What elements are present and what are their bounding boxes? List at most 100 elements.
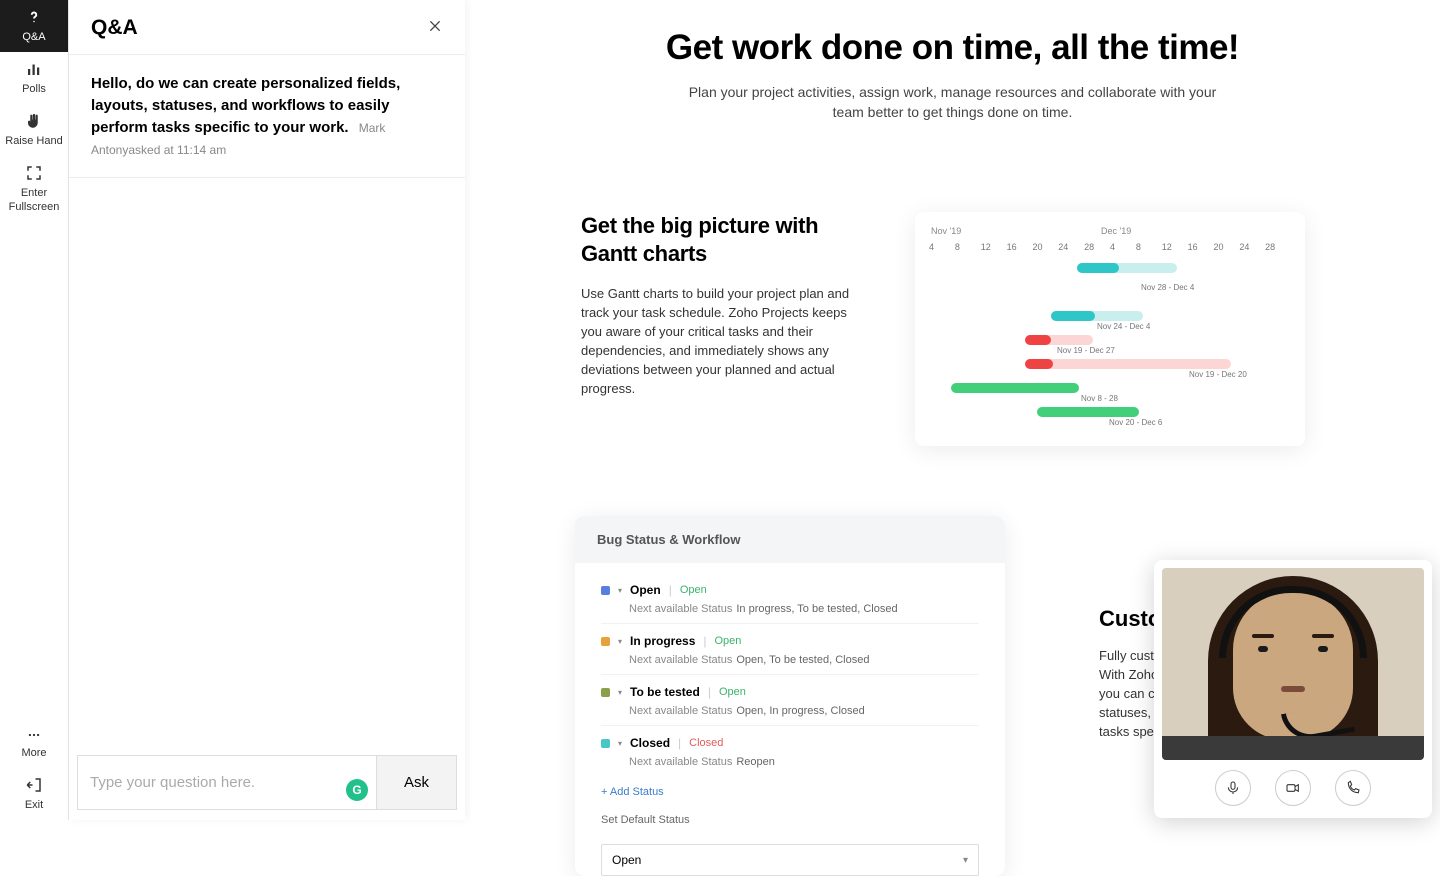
workflow-card: Bug Status & Workflow ▾ Open | Open Next… — [575, 516, 1005, 876]
rail-exit-label: Exit — [25, 798, 43, 812]
gantt-row: Nov 8 - 28 — [929, 380, 1291, 400]
qa-panel: Q&A Hello, do we can create personalized… — [69, 0, 465, 820]
question-icon — [25, 8, 43, 26]
hand-icon — [25, 112, 43, 130]
workflow-list: ▾ Open | Open Next available StatusIn pr… — [575, 563, 1005, 814]
gantt-row: Nov 20 - Dec 6 — [929, 404, 1291, 424]
status-color-icon — [601, 637, 610, 646]
workflow-header: Bug Status & Workflow — [575, 516, 1005, 563]
gantt-day: 28 — [1084, 242, 1110, 252]
gantt-day: 8 — [1136, 242, 1162, 252]
rail-qa-label: Q&A — [22, 30, 45, 44]
gantt-day: 20 — [1032, 242, 1058, 252]
gantt-caption: Nov 28 - Dec 4 — [1141, 283, 1194, 292]
gantt-day: 20 — [1213, 242, 1239, 252]
gantt-caption: Nov 19 - Dec 20 — [1189, 370, 1247, 379]
gantt-card: Nov '19 Dec '19 4 8 12 16 20 24 28 4 8 1… — [915, 212, 1305, 446]
gantt-text: Get the big picture with Gantt charts Us… — [581, 212, 851, 446]
status-tag: Open — [719, 686, 746, 698]
mic-button[interactable] — [1215, 770, 1251, 806]
next-status-value: Open, In progress, Closed — [736, 705, 864, 717]
status-name: Closed — [630, 736, 670, 750]
fullscreen-icon — [25, 164, 43, 182]
next-status-label: Next available Status — [629, 705, 732, 717]
default-status-value: Open — [612, 853, 641, 867]
rail-qa[interactable]: Q&A — [0, 0, 68, 52]
gantt-day: 28 — [1265, 242, 1291, 252]
camera-icon — [1284, 780, 1302, 796]
rail-more[interactable]: More — [0, 720, 68, 768]
add-status-link[interactable]: + Add Status — [601, 776, 979, 808]
hero-title: Get work done on time, all the time! — [465, 28, 1440, 68]
dots-icon — [25, 728, 43, 742]
chevron-down-icon[interactable]: ▾ — [618, 637, 622, 646]
phone-button[interactable] — [1335, 770, 1371, 806]
next-status-label: Next available Status — [629, 756, 732, 768]
next-status-value: Open, To be tested, Closed — [736, 654, 869, 666]
gantt-title: Get the big picture with Gantt charts — [581, 212, 851, 268]
gantt-day: 16 — [1007, 242, 1033, 252]
status-tag: Closed — [689, 737, 723, 749]
camera-button[interactable] — [1275, 770, 1311, 806]
exit-icon — [25, 776, 43, 794]
gantt-caption: Nov 8 - 28 — [1081, 394, 1118, 403]
qa-input-wrap — [77, 755, 377, 810]
gantt-months: Nov '19 Dec '19 — [929, 226, 1291, 236]
close-icon[interactable] — [427, 18, 443, 39]
bar-chart-icon — [25, 60, 43, 78]
next-status-label: Next available Status — [629, 654, 732, 666]
next-status-value: In progress, To be tested, Closed — [736, 603, 897, 615]
gantt-caption: Nov 19 - Dec 27 — [1057, 346, 1115, 355]
gantt-month-2: Dec '19 — [1101, 226, 1131, 236]
qa-input[interactable] — [88, 756, 366, 809]
status-name: In progress — [630, 634, 695, 648]
gantt-day: 24 — [1058, 242, 1084, 252]
gantt-block: Get the big picture with Gantt charts Us… — [465, 212, 1440, 446]
gantt-day: 12 — [1162, 242, 1188, 252]
grammarly-icon[interactable] — [346, 779, 368, 801]
presenter-video — [1162, 568, 1424, 760]
hero-sub: Plan your project activities, assign wor… — [673, 82, 1233, 122]
gantt-body: Use Gantt charts to build your project p… — [581, 284, 851, 398]
chevron-down-icon: ▾ — [963, 855, 968, 866]
video-pip[interactable] — [1154, 560, 1432, 818]
status-name: To be tested — [630, 685, 700, 699]
gantt-row: Nov 28 - Dec 4 — [929, 284, 1291, 304]
chevron-down-icon[interactable]: ▾ — [618, 739, 622, 748]
workflow-item: ▾ In progress | Open Next available Stat… — [601, 624, 979, 675]
phone-icon — [1345, 780, 1361, 796]
qa-title: Q&A — [91, 16, 138, 40]
rail-exit[interactable]: Exit — [0, 768, 68, 820]
chevron-down-icon[interactable]: ▾ — [618, 688, 622, 697]
left-rail: Q&A Polls Raise Hand Enter Fullscreen Mo… — [0, 0, 69, 820]
ask-button[interactable]: Ask — [377, 755, 457, 810]
rail-fullscreen[interactable]: Enter Fullscreen — [0, 156, 68, 222]
default-status-select[interactable]: Open ▾ — [601, 844, 979, 876]
hero: Get work done on time, all the time! Pla… — [465, 0, 1440, 122]
default-status-label: Set Default Status — [575, 814, 1005, 836]
qa-input-row: Ask — [69, 747, 465, 820]
gantt-month-1: Nov '19 — [931, 226, 1101, 236]
workflow-item: ▾ To be tested | Open Next available Sta… — [601, 675, 979, 726]
rail-fullscreen-label: Enter Fullscreen — [4, 186, 64, 214]
status-color-icon — [601, 586, 610, 595]
gantt-row: Nov 19 - Dec 20 — [929, 356, 1291, 376]
status-tag: Open — [680, 584, 707, 596]
pip-controls — [1162, 760, 1424, 810]
gantt-row: Nov 19 - Dec 27 — [929, 332, 1291, 352]
workflow-item: ▾ Closed | Closed Next available StatusR… — [601, 726, 979, 776]
rail-raise-label: Raise Hand — [5, 134, 62, 148]
status-color-icon — [601, 739, 610, 748]
status-name: Open — [630, 583, 661, 597]
gantt-day: 4 — [929, 242, 955, 252]
gantt-row: Nov 24 - Dec 4 — [929, 308, 1291, 328]
chevron-down-icon[interactable]: ▾ — [618, 586, 622, 595]
gantt-caption: Nov 20 - Dec 6 — [1109, 418, 1162, 427]
gantt-days: 4 8 12 16 20 24 28 4 8 12 16 20 24 28 — [929, 242, 1291, 252]
rail-more-label: More — [21, 746, 46, 760]
workflow-item: ▾ Open | Open Next available StatusIn pr… — [601, 573, 979, 624]
qa-question-text: Hello, do we can create personalized fie… — [91, 75, 400, 136]
rail-polls[interactable]: Polls — [0, 52, 68, 104]
rail-raise-hand[interactable]: Raise Hand — [0, 104, 68, 156]
gantt-day: 16 — [1188, 242, 1214, 252]
